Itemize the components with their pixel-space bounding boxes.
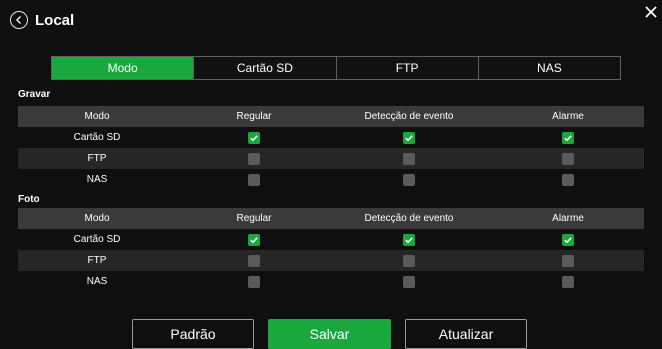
checkbox-foto-nas-regular[interactable] xyxy=(248,275,260,288)
tab-modo[interactable]: Modo xyxy=(52,57,194,79)
window-header: Local xyxy=(10,8,74,32)
chevron-left-icon xyxy=(15,15,22,25)
checkbox-foto-ftp-deteccao[interactable] xyxy=(403,254,415,267)
row-label: Cartão SD xyxy=(73,234,121,245)
table-row-cartao-sd: Cartão SD xyxy=(18,229,644,250)
checkbox-foto-cartao-sd-regular[interactable] xyxy=(248,233,260,246)
table-row-nas: NAS xyxy=(18,271,644,292)
check-icon xyxy=(250,134,258,141)
column-header-alarme: Alarme xyxy=(552,213,584,224)
row-label: NAS xyxy=(86,276,108,287)
close-icon xyxy=(645,6,657,18)
table-row-ftp: FTP xyxy=(18,250,644,271)
checkbox-gravar-cartao-sd-deteccao[interactable] xyxy=(403,131,415,144)
table-row-ftp: FTP xyxy=(18,148,644,169)
section-title-gravar: Gravar xyxy=(18,89,51,100)
table-header-row: Modo Regular Detecção de evento Alarme xyxy=(18,106,644,127)
checkbox-gravar-ftp-alarme[interactable] xyxy=(562,152,574,165)
action-bar: Padrão Salvar Atualizar xyxy=(132,319,527,349)
checkbox-foto-cartao-sd-alarme[interactable] xyxy=(562,233,574,246)
gravar-table: Modo Regular Detecção de evento Alarme C… xyxy=(18,106,644,190)
checkbox-foto-ftp-regular[interactable] xyxy=(248,254,260,267)
column-header-alarme: Alarme xyxy=(552,111,584,122)
table-row-nas: NAS xyxy=(18,169,644,190)
column-header-regular: Regular xyxy=(236,213,272,224)
check-icon xyxy=(250,236,258,243)
tab-nas[interactable]: NAS xyxy=(477,57,620,79)
column-header-modo: Modo xyxy=(84,213,110,224)
table-row-cartao-sd: Cartão SD xyxy=(18,127,644,148)
row-label: NAS xyxy=(86,174,108,185)
column-header-deteccao: Detecção de evento xyxy=(364,213,454,224)
checkbox-gravar-nas-alarme[interactable] xyxy=(562,173,574,186)
column-header-deteccao: Detecção de evento xyxy=(364,111,454,122)
table-header-row: Modo Regular Detecção de evento Alarme xyxy=(18,208,644,229)
checkbox-gravar-cartao-sd-regular[interactable] xyxy=(248,131,260,144)
check-icon xyxy=(405,134,413,141)
close-button[interactable] xyxy=(644,5,658,19)
section-title-foto: Foto xyxy=(18,194,40,205)
page-title: Local xyxy=(35,11,75,29)
checkbox-foto-nas-deteccao[interactable] xyxy=(403,275,415,288)
checkbox-gravar-nas-deteccao[interactable] xyxy=(403,173,415,186)
foto-table: Modo Regular Detecção de evento Alarme C… xyxy=(18,208,644,292)
checkbox-gravar-ftp-deteccao[interactable] xyxy=(403,152,415,165)
column-header-modo: Modo xyxy=(84,111,110,122)
check-icon xyxy=(564,134,572,141)
column-header-regular: Regular xyxy=(236,111,272,122)
check-icon xyxy=(564,236,572,243)
tab-cartao-sd[interactable]: Cartão SD xyxy=(193,57,336,79)
row-label: FTP xyxy=(87,153,107,164)
checkbox-foto-nas-alarme[interactable] xyxy=(562,275,574,288)
checkbox-foto-ftp-alarme[interactable] xyxy=(562,254,574,267)
row-label: FTP xyxy=(87,255,107,266)
back-button[interactable] xyxy=(10,11,28,29)
default-button[interactable]: Padrão xyxy=(132,319,254,349)
checkbox-gravar-ftp-regular[interactable] xyxy=(248,152,260,165)
tab-bar: Modo Cartão SD FTP NAS xyxy=(51,56,621,80)
check-icon xyxy=(405,236,413,243)
tab-ftp[interactable]: FTP xyxy=(335,57,478,79)
checkbox-gravar-nas-regular[interactable] xyxy=(248,173,260,186)
row-label: Cartão SD xyxy=(73,132,121,143)
checkbox-foto-cartao-sd-deteccao[interactable] xyxy=(403,233,415,246)
checkbox-gravar-cartao-sd-alarme[interactable] xyxy=(562,131,574,144)
refresh-button[interactable]: Atualizar xyxy=(405,319,527,349)
save-button[interactable]: Salvar xyxy=(268,319,391,349)
